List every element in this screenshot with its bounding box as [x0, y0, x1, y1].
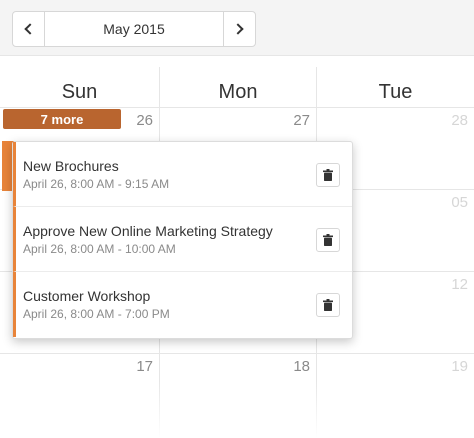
date-navigator: May 2015 — [12, 11, 256, 47]
day-number[interactable]: 19 — [428, 358, 468, 375]
day-number[interactable]: 28 — [428, 112, 468, 129]
day-number[interactable]: 12 — [428, 276, 468, 293]
grid-line — [0, 353, 474, 354]
delete-event-button[interactable] — [316, 163, 340, 187]
event-item[interactable]: Approve New Online Marketing Strategy Ap… — [13, 207, 352, 272]
trash-icon — [323, 299, 333, 311]
trash-icon — [323, 234, 333, 246]
event-title: New Brochures — [23, 158, 119, 174]
day-number[interactable]: 27 — [270, 112, 310, 129]
more-events-popup: New Brochures April 26, 8:00 AM - 9:15 A… — [12, 141, 353, 339]
more-events-button[interactable]: 7 more — [3, 109, 121, 129]
trash-icon — [323, 169, 333, 181]
event-title: Approve New Online Marketing Strategy — [23, 223, 273, 239]
next-month-button[interactable] — [223, 12, 255, 46]
day-number[interactable]: 18 — [270, 358, 310, 375]
day-header-tue: Tue — [378, 80, 413, 103]
event-title: Customer Workshop — [23, 288, 151, 304]
current-month-title[interactable]: May 2015 — [45, 12, 223, 46]
prev-month-button[interactable] — [13, 12, 45, 46]
day-number[interactable]: 05 — [428, 194, 468, 211]
event-time: April 26, 8:00 AM - 10:00 AM — [23, 242, 176, 256]
day-number[interactable]: 17 — [113, 358, 153, 375]
bottom-fade — [0, 381, 474, 438]
chevron-left-icon — [24, 23, 36, 35]
event-time: April 26, 8:00 AM - 7:00 PM — [23, 307, 170, 321]
event-item[interactable]: Customer Workshop April 26, 8:00 AM - 7:… — [13, 272, 352, 337]
event-item[interactable]: New Brochures April 26, 8:00 AM - 9:15 A… — [13, 142, 352, 207]
grid-line — [0, 107, 474, 108]
scheduler-toolbar: May 2015 — [0, 0, 474, 56]
event-time: April 26, 8:00 AM - 9:15 AM — [23, 177, 170, 191]
delete-event-button[interactable] — [316, 293, 340, 317]
delete-event-button[interactable] — [316, 228, 340, 252]
chevron-right-icon — [232, 23, 244, 35]
day-header-mon: Mon — [218, 80, 258, 103]
